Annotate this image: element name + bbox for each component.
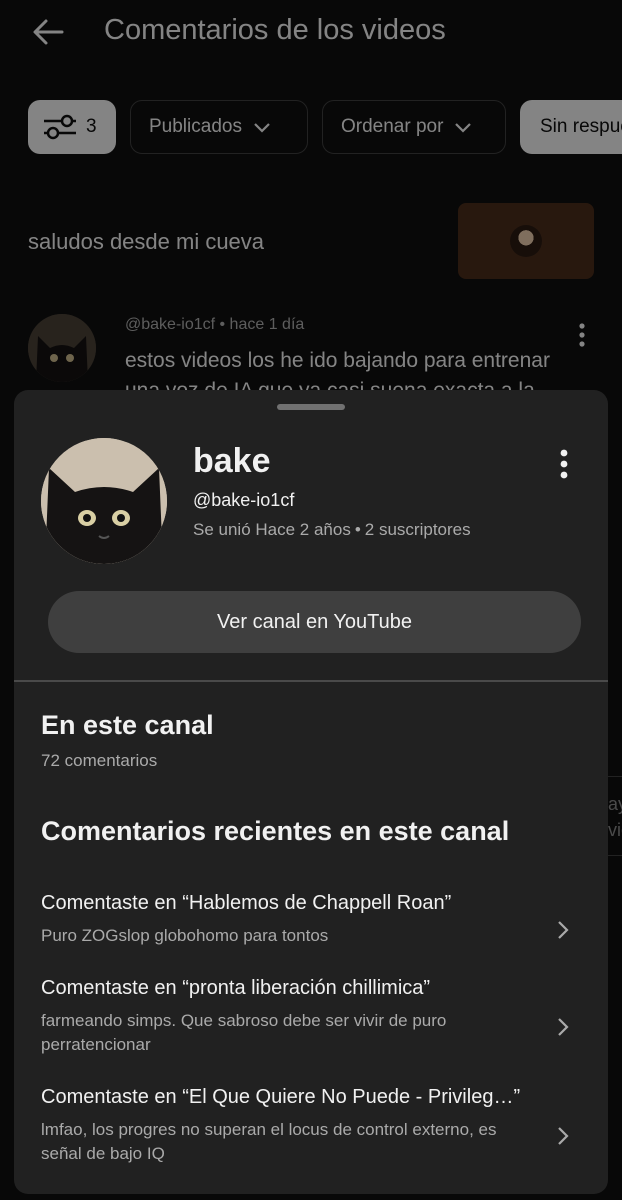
- recent-section-title: Comentarios recientes en este canal: [41, 816, 510, 846]
- comment-count: 72 comentarios: [41, 751, 158, 770]
- drag-handle[interactable]: [277, 404, 345, 410]
- recent-comment-item[interactable]: Comentaste en “El Que Quiere No Puede - …: [14, 1086, 608, 1170]
- view-channel-label: Ver canal en YouTube: [217, 610, 412, 633]
- chevron-right-icon: [558, 1018, 569, 1036]
- divider: [14, 680, 608, 682]
- recent-comment-item[interactable]: Comentaste en “Hablemos de Chappell Roan…: [14, 892, 608, 952]
- channel-name: bake: [193, 442, 271, 480]
- recent-comment-item[interactable]: Comentaste en “pronta liberación chillim…: [14, 977, 608, 1061]
- recent-comment-snippet: lmfao, los progres no superan el locus d…: [41, 1120, 497, 1163]
- recent-comment-title: Comentaste en “Hablemos de Chappell Roan…: [41, 892, 452, 914]
- cat-avatar-icon: [41, 438, 167, 564]
- recent-comment-title: Comentaste en “El Que Quiere No Puede - …: [41, 1086, 521, 1108]
- channel-bottom-sheet: bake @bake-io1cf Se unió Hace 2 años • 2 s…: [14, 390, 608, 1194]
- channel-handle: @bake-io1cf: [193, 490, 295, 510]
- subscriber-count: 2 suscriptores: [364, 520, 471, 539]
- joined-date: Se unió Hace 2 años: [193, 520, 351, 539]
- chevron-right-icon: [558, 1127, 569, 1145]
- recent-comment-title: Comentaste en “pronta liberación chillim…: [41, 977, 431, 999]
- channel-section-title: En este canal: [41, 710, 214, 740]
- recent-comment-snippet: farmeando simps. Que sabroso debe ser vi…: [41, 1011, 447, 1054]
- profile-avatar: [41, 438, 167, 564]
- view-channel-button[interactable]: Ver canal en YouTube: [48, 591, 581, 653]
- recent-comment-snippet: Puro ZOGslop globohomo para tontos: [41, 926, 329, 945]
- separator-dot: •: [354, 520, 361, 539]
- chevron-right-icon: [558, 921, 569, 939]
- more-vert-icon[interactable]: [559, 448, 569, 480]
- channel-stats: Se unió Hace 2 años • 2 suscriptores: [193, 520, 471, 540]
